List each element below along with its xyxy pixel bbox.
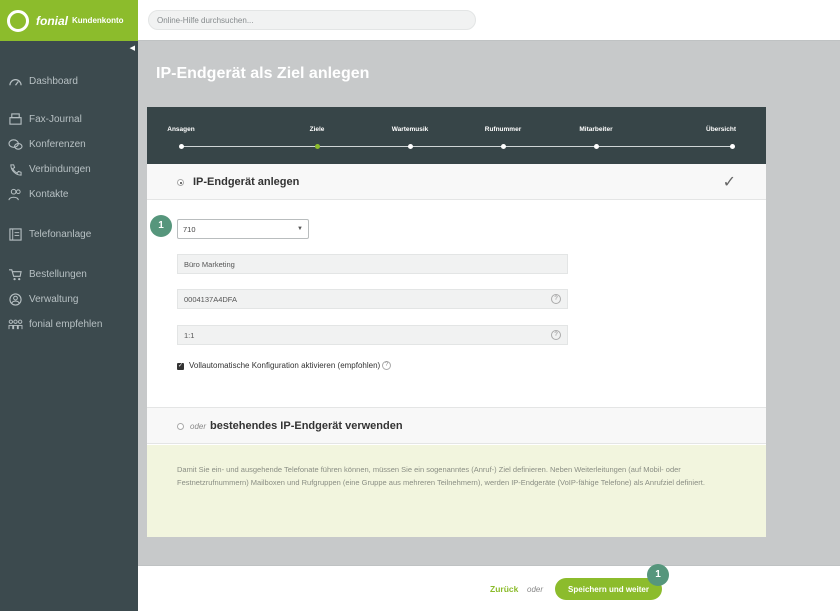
extension-select[interactable]: 710 ▼: [177, 219, 309, 239]
step-ziele[interactable]: Ziele: [287, 126, 347, 133]
oder-label: oder: [527, 585, 544, 594]
step-uebersicht[interactable]: Übersicht: [691, 126, 751, 133]
stepper-line: [181, 146, 734, 147]
step-badge: 1: [647, 564, 669, 586]
sidebar-item-bestellungen[interactable]: Bestellungen: [8, 266, 87, 282]
step-dot[interactable]: [729, 144, 735, 149]
sidebar-item-verbindungen[interactable]: Verbindungen: [8, 161, 91, 177]
wizard-stepper: Ansagen Ziele Wartemusik Rufnummer Mitar…: [147, 107, 766, 164]
brand-name: fonial: [36, 13, 68, 28]
port-field[interactable]: 1:1 ?: [177, 325, 568, 345]
step-dot[interactable]: [407, 144, 413, 149]
sidebar: fonial Kundenkonto ◀ Dashboard Fax-Journ…: [0, 0, 138, 611]
sidebar-item-label: Fax-Journal: [29, 113, 82, 125]
step-wartemusik[interactable]: Wartemusik: [380, 126, 440, 133]
step-rufnummer[interactable]: Rufnummer: [473, 126, 533, 133]
help-icon[interactable]: ?: [382, 361, 392, 371]
share-people-icon: [8, 318, 23, 331]
auto-config-text: Vollautomatische Konfiguration aktiviere…: [189, 361, 381, 370]
pbx-icon: [8, 227, 23, 241]
option-new-device[interactable]: IP-Endgerät anlegen ✓: [147, 164, 766, 200]
bottom-bar: Zurück oder Speichern und weiter 1: [138, 564, 840, 611]
step-dot[interactable]: [500, 144, 506, 149]
new-device-radio[interactable]: [177, 179, 184, 186]
info-box: Damit Sie ein- und ausgehende Telefonate…: [147, 445, 766, 537]
sidebar-item-telefonanlage[interactable]: Telefonanlage: [8, 226, 91, 242]
step-dot-active[interactable]: [314, 144, 320, 149]
checkmark-icon: ✓: [722, 174, 736, 191]
collapse-sidebar-icon[interactable]: ◀: [130, 44, 135, 52]
sidebar-item-label: Verwaltung: [29, 293, 79, 305]
save-and-continue-button[interactable]: Speichern und weiter: [555, 578, 662, 600]
sidebar-item-label: Kontakte: [29, 188, 69, 200]
back-link[interactable]: Zurück: [490, 584, 518, 594]
device-name-value: Büro Marketing: [184, 260, 235, 269]
sidebar-item-kontakte[interactable]: Kontakte: [8, 186, 68, 202]
sidebar-item-label: Dashboard: [29, 75, 78, 87]
logo-bar[interactable]: fonial Kundenkonto: [0, 0, 138, 41]
sidebar-item-label: Verbindungen: [29, 163, 91, 175]
step-ansagen[interactable]: Ansagen: [151, 126, 211, 133]
speedometer-icon: [8, 75, 23, 88]
sidebar-item-label: fonial empfehlen: [29, 318, 103, 330]
step-badge: 1: [150, 215, 172, 237]
oder-label: oder: [190, 422, 207, 431]
search-input[interactable]: [148, 10, 476, 30]
device-name-field[interactable]: Büro Marketing: [177, 254, 568, 274]
top-bar: [138, 0, 840, 41]
existing-device-radio[interactable]: [177, 423, 184, 430]
chevron-down-icon: ▼: [297, 226, 303, 232]
auto-config-label[interactable]: Vollautomatische Konfiguration aktiviere…: [189, 361, 392, 371]
sidebar-item-label: Bestellungen: [29, 268, 87, 280]
extension-select-value: 710: [183, 225, 196, 234]
user-circle-icon: [8, 292, 23, 306]
cart-icon: [8, 268, 23, 281]
help-icon[interactable]: ?: [551, 330, 561, 340]
sidebar-item-konferenzen[interactable]: Konferenzen: [8, 136, 86, 152]
sidebar-item-label: Telefonanlage: [29, 228, 92, 240]
help-icon[interactable]: ?: [551, 294, 561, 304]
sidebar-item-label: Konferenzen: [29, 138, 86, 150]
people-icon: [8, 188, 23, 201]
info-text: Damit Sie ein- und ausgehende Telefonate…: [177, 465, 705, 487]
sidebar-item-dashboard[interactable]: Dashboard: [8, 73, 78, 89]
page-title: IP-Endgerät als Ziel anlegen: [156, 65, 370, 82]
brand-subtitle: Kundenkonto: [72, 16, 124, 25]
mac-address-field[interactable]: 0004137A4DFA ?: [177, 289, 568, 309]
sidebar-item-verwaltung[interactable]: Verwaltung: [8, 291, 78, 307]
step-dot[interactable]: [178, 144, 184, 149]
fax-icon: [8, 112, 23, 126]
option-existing-device[interactable]: oder bestehendes IP-Endgerät verwenden: [147, 407, 766, 444]
step-mitarbeiter[interactable]: Mitarbeiter: [566, 126, 626, 133]
wizard-card: Ansagen Ziele Wartemusik Rufnummer Mitar…: [147, 107, 766, 537]
step-dot[interactable]: [593, 144, 599, 149]
mac-address-value: 0004137A4DFA: [184, 295, 237, 304]
port-value: 1:1: [184, 331, 195, 340]
chat-bubbles-icon: [8, 138, 23, 151]
new-device-title: IP-Endgerät anlegen: [193, 176, 300, 188]
sidebar-item-fax-journal[interactable]: Fax-Journal: [8, 111, 82, 127]
fonial-logo-icon: [7, 9, 29, 32]
existing-device-title: bestehendes IP-Endgerät verwenden: [210, 420, 403, 432]
phone-icon: [8, 163, 23, 176]
auto-config-checkbox[interactable]: ✓: [177, 363, 184, 370]
sidebar-item-fonial-empfehlen[interactable]: fonial empfehlen: [8, 316, 102, 332]
